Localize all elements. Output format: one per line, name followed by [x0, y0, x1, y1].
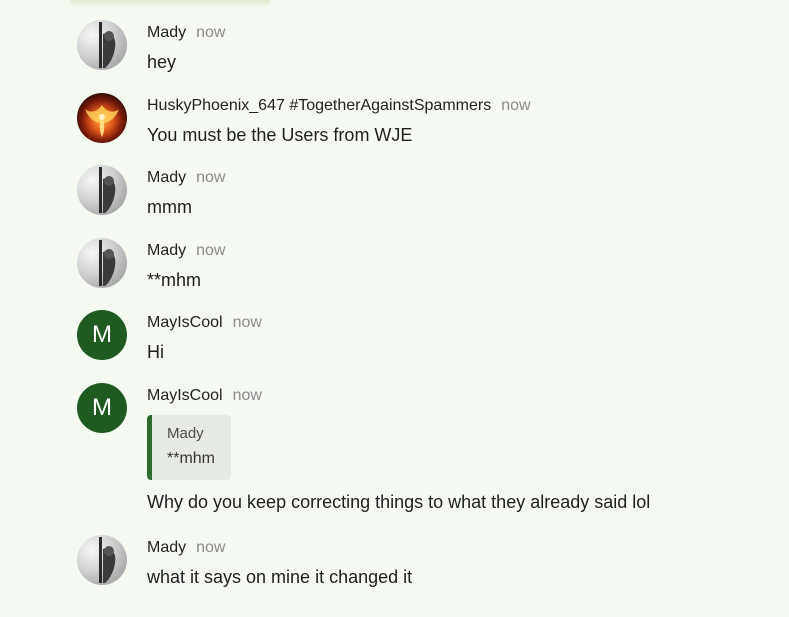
photo-avatar-icon — [99, 22, 116, 68]
avatar[interactable] — [77, 165, 127, 215]
message-header: Mady now — [147, 24, 225, 44]
avatar[interactable] — [77, 535, 127, 585]
avatar[interactable]: M — [77, 383, 127, 433]
timestamp: now — [501, 97, 531, 114]
quoted-text: **mhm — [167, 450, 216, 467]
previous-message-edge — [70, 0, 270, 8]
timestamp: now — [232, 387, 262, 404]
message-header: MayIsCool now — [147, 387, 262, 407]
message-header: HuskyPhoenix_647 #TogetherAgainstSpammer… — [147, 97, 531, 117]
message-header: MayIsCool now — [147, 314, 262, 334]
message-text: You must be the Users from WJE — [147, 125, 413, 145]
phoenix-avatar-icon — [85, 105, 119, 137]
timestamp: now — [196, 242, 226, 259]
message-header: Mady now — [147, 242, 225, 262]
avatar[interactable] — [77, 93, 127, 143]
author-name[interactable]: Mady — [147, 24, 186, 41]
avatar[interactable] — [77, 20, 127, 70]
timestamp: now — [196, 539, 226, 556]
photo-avatar-icon — [99, 240, 116, 286]
message-text: **mhm — [147, 270, 202, 290]
author-name[interactable]: HuskyPhoenix_647 #TogetherAgainstSpammer… — [147, 97, 491, 114]
avatar[interactable]: M — [77, 310, 127, 360]
message-text: hey — [147, 52, 177, 72]
timestamp: now — [232, 314, 262, 331]
author-name[interactable]: Mady — [147, 169, 186, 186]
author-name[interactable]: Mady — [147, 242, 186, 259]
message-text: what it says on mine it changed it — [147, 567, 413, 587]
message-text: Hi — [147, 342, 164, 362]
message-text: Why do you keep correcting things to wha… — [147, 492, 651, 512]
avatar[interactable] — [77, 238, 127, 288]
message-text: mmm — [147, 197, 192, 217]
photo-avatar-icon — [99, 167, 116, 213]
author-name[interactable]: Mady — [147, 539, 186, 556]
message-header: Mady now — [147, 169, 225, 189]
quoted-author: Mady — [167, 425, 204, 442]
photo-avatar-icon — [99, 537, 116, 583]
author-name[interactable]: MayIsCool — [147, 314, 223, 331]
author-name[interactable]: MayIsCool — [147, 387, 223, 404]
reply-quote[interactable]: Mady **mhm — [147, 415, 231, 480]
timestamp: now — [196, 169, 226, 186]
timestamp: now — [196, 24, 226, 41]
message-header: Mady now — [147, 539, 225, 559]
